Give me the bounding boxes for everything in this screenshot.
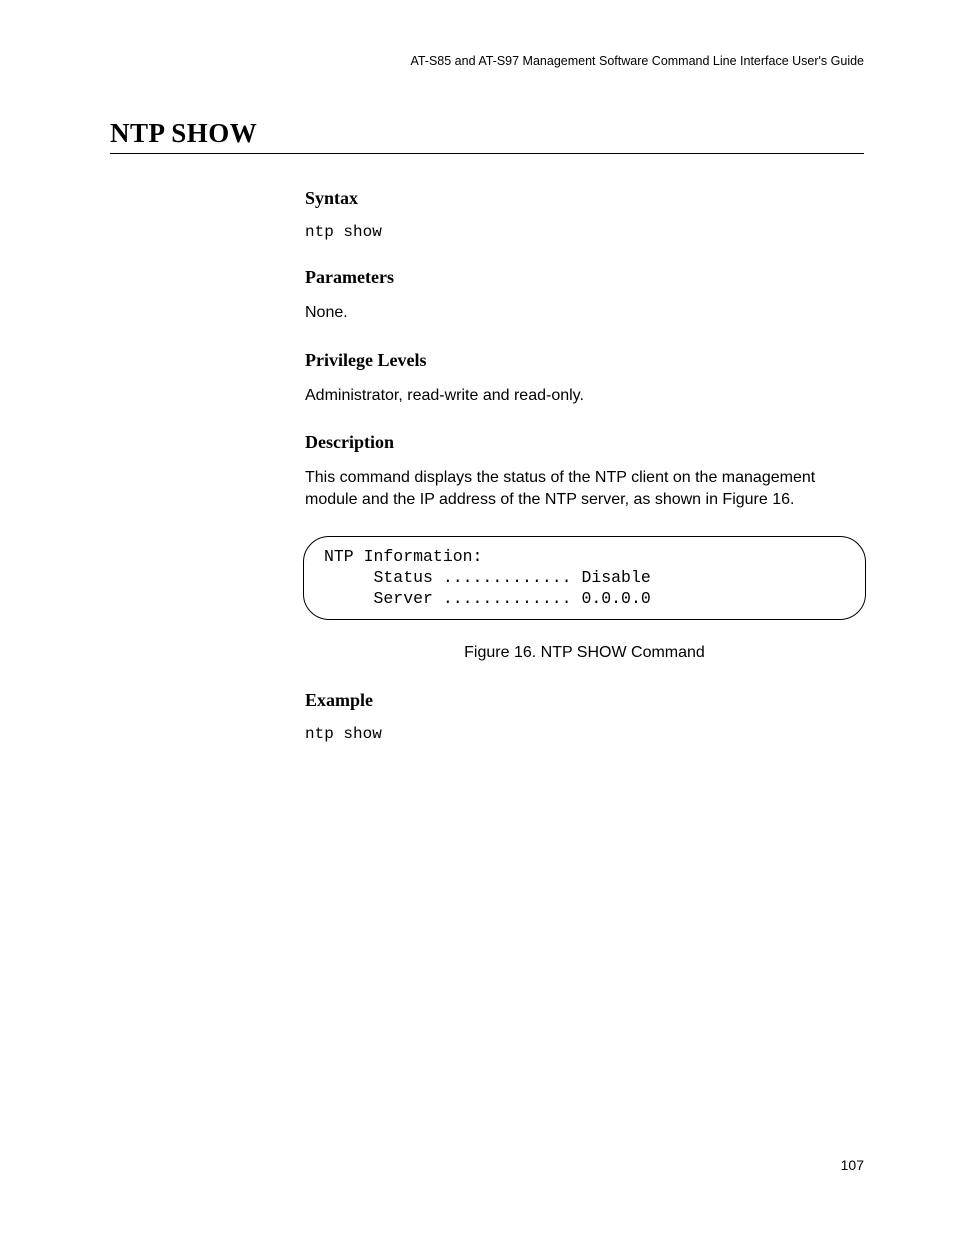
parameters-heading: Parameters xyxy=(305,267,864,288)
syntax-code: ntp show xyxy=(305,223,864,241)
description-heading: Description xyxy=(305,432,864,453)
description-text: This command displays the status of the … xyxy=(305,467,864,510)
privilege-heading: Privilege Levels xyxy=(305,350,864,371)
page-number: 107 xyxy=(841,1157,864,1173)
page: AT-S85 and AT-S97 Management Software Co… xyxy=(0,0,954,1235)
syntax-heading: Syntax xyxy=(305,188,864,209)
figure-output-box: NTP Information: Status ............. Di… xyxy=(303,536,866,620)
page-title: NTP SHOW xyxy=(110,118,864,149)
example-heading: Example xyxy=(305,690,864,711)
running-header: AT-S85 and AT-S97 Management Software Co… xyxy=(110,54,864,68)
parameters-text: None. xyxy=(305,302,864,324)
title-rule xyxy=(110,153,864,154)
example-code: ntp show xyxy=(305,725,864,743)
figure-caption: Figure 16. NTP SHOW Command xyxy=(305,644,864,662)
content-column: Syntax ntp show Parameters None. Privile… xyxy=(305,188,864,743)
privilege-text: Administrator, read-write and read-only. xyxy=(305,385,864,407)
